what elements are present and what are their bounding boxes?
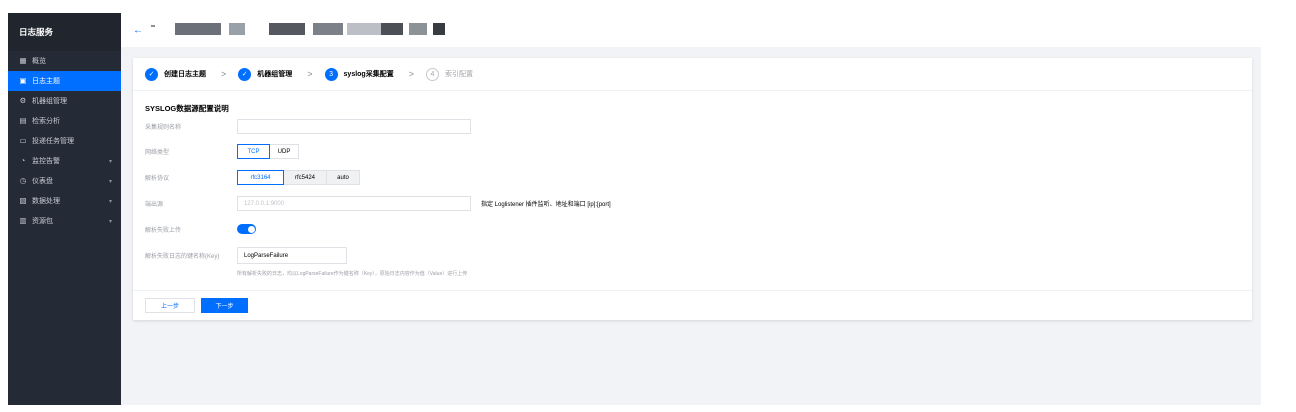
blurred-title-image-2: [381, 23, 445, 35]
sidebar-item-5[interactable]: ◔ 监控告警 ▾: [8, 151, 121, 171]
sidebar-item-label: 检索分析: [32, 118, 60, 125]
step-number: 4: [425, 67, 439, 81]
sidebar-item-8[interactable]: ▥ 资源包 ▾: [8, 211, 121, 231]
blurred-title-image: [151, 23, 381, 35]
protocol-segment: rfc3164 rfc5424 auto: [237, 170, 360, 185]
step-1: ✓ 创建日志主题: [145, 67, 206, 81]
fail-key-help: 所有解析失败的日志，均以LogParseFailure作为键名称（Key），原始…: [237, 271, 468, 277]
prev-button[interactable]: 上一步: [145, 298, 195, 313]
chevron-down-icon: ▾: [108, 178, 112, 185]
sidebar-item-1[interactable]: ▣ 日志主题: [8, 71, 121, 91]
fail-key-input[interactable]: LogParseFailure: [237, 247, 347, 264]
network-udp-option[interactable]: UDP: [269, 144, 299, 159]
next-button[interactable]: 下一步: [201, 298, 248, 313]
listen-label: 端出源: [145, 202, 164, 208]
check-icon: ✓: [238, 67, 252, 81]
top-bar: ←: [121, 13, 1261, 47]
gear-icon: ⚙: [19, 96, 27, 105]
back-arrow-icon[interactable]: ←: [133, 25, 143, 36]
step-label: 机器组管理: [257, 71, 293, 78]
sidebar-item-label: 数据处理: [32, 198, 60, 205]
chevron-down-icon: ▾: [108, 158, 112, 165]
sidebar-item-2[interactable]: ⚙ 机器组管理: [8, 91, 121, 111]
config-card: ✓ 创建日志主题 > ✓ 机器组管理 >3 syslog采集配置 >4 索引配置 SYSLOG数…: [133, 58, 1252, 320]
chevron-down-icon: ▾: [108, 198, 112, 205]
protocol-rfc5424-option[interactable]: rfc5424: [283, 170, 327, 185]
chevron-down-icon: ▾: [108, 218, 112, 225]
rule-name-input[interactable]: [237, 119, 471, 134]
section-title: SYSLOG数据源配置说明: [145, 104, 229, 113]
sidebar-item-label: 日志主题: [32, 78, 60, 85]
rule-name-row: 采集规则名称: [145, 119, 471, 134]
step-4: 4 索引配置: [425, 67, 473, 81]
fail-upload-toggle[interactable]: [237, 224, 256, 234]
network-type-label: 网络类型: [145, 150, 170, 156]
sidebar: 日志服务 ▦ 概览 ▣ 日志主题 ⚙ 机器组管理 ▤ 检索分析 ▭ 投递任务管理 ◔ 监控告警 ▾ ◷ 仪表…: [8, 13, 121, 405]
sidebar-item-6[interactable]: ◷ 仪表盘 ▾: [8, 171, 121, 191]
dashboard-icon: ◷: [19, 176, 27, 185]
grid-icon: ▦: [19, 56, 27, 65]
app-window: 日志服务 ▦ 概览 ▣ 日志主题 ⚙ 机器组管理 ▤ 检索分析 ▭ 投递任务管理 ◔ 监控告警 ▾ ◷ 仪表…: [8, 13, 1261, 405]
alarm-icon: ◔: [20, 156, 26, 165]
chevron-right-icon: >: [307, 69, 313, 79]
fail-upload-label: 解析失败上传: [145, 227, 182, 234]
protocol-row: 解析协议 rfc3164 rfc5424 auto: [145, 170, 360, 185]
sidebar-title: 日志服务: [8, 13, 121, 51]
step-label: 创建日志主题: [164, 71, 206, 78]
rule-name-label: 采集规则名称: [145, 125, 182, 131]
fail-key-label: 解析失败日志的键名称(Key): [145, 254, 220, 260]
document-icon: ▣: [19, 76, 27, 85]
sidebar-item-7[interactable]: ▧ 数据处理 ▾: [8, 191, 121, 211]
protocol-auto-option[interactable]: auto: [326, 170, 360, 185]
network-tcp-option[interactable]: TCP: [237, 144, 270, 159]
sidebar-item-label: 监控告警: [32, 158, 60, 165]
protocol-rfc3164-option[interactable]: rfc3164: [237, 170, 284, 185]
check-icon: ✓: [145, 67, 158, 81]
network-type-row: 网络类型 TCP UDP: [145, 144, 299, 159]
process-icon: ▧: [19, 196, 27, 205]
fail-upload-row: 解析失败上传: [145, 224, 256, 234]
sidebar-item-label: 仪表盘: [32, 178, 53, 185]
sidebar-item-label: 机器组管理: [32, 98, 67, 105]
sidebar-item-4[interactable]: ▭ 投递任务管理: [8, 131, 121, 151]
sidebar-item-label: 资源包: [32, 218, 53, 225]
search-doc-icon: ▤: [19, 116, 27, 125]
network-type-segment: TCP UDP: [237, 144, 299, 159]
package-icon: ▥: [19, 216, 27, 225]
step-number: 3: [324, 67, 338, 81]
step-label: syslog采集配置: [343, 71, 394, 78]
monitor-icon: ▭: [19, 136, 27, 145]
fail-key-row: 解析失败日志的键名称(Key) LogParseFailure: [145, 247, 347, 264]
sidebar-item-0[interactable]: ▦ 概览: [8, 51, 121, 71]
step-label: 索引配置: [444, 71, 473, 78]
stepper: ✓ 创建日志主题 > ✓ 机器组管理 >3 syslog采集配置 >4 索引配置: [133, 58, 1252, 91]
sidebar-item-label: 概览: [32, 58, 46, 65]
listen-row: 端出源 127.0.0.1:9000 指定 Loglistener 插件监听、地…: [145, 196, 611, 211]
listen-address-input[interactable]: 127.0.0.1:9000: [237, 196, 471, 211]
chevron-right-icon: >: [221, 69, 227, 79]
listen-hint: 指定 Loglistener 插件监听、地址和端口 [ip]:[port]: [481, 202, 611, 208]
main-area: ← ✓ 创建日志主题 > ✓ 机器组管理 >3 syslog采集配置 >4 索引配置 SYSLO…: [121, 13, 1261, 405]
chevron-right-icon: >: [408, 69, 414, 79]
protocol-label: 解析协议: [145, 176, 170, 182]
sidebar-item-3[interactable]: ▤ 检索分析: [8, 111, 121, 131]
card-footer: 上一步 下一步: [133, 290, 1252, 320]
step-2: ✓ 机器组管理: [238, 67, 293, 81]
sidebar-item-label: 投递任务管理: [32, 138, 74, 145]
step-3: 3 syslog采集配置: [324, 67, 394, 81]
